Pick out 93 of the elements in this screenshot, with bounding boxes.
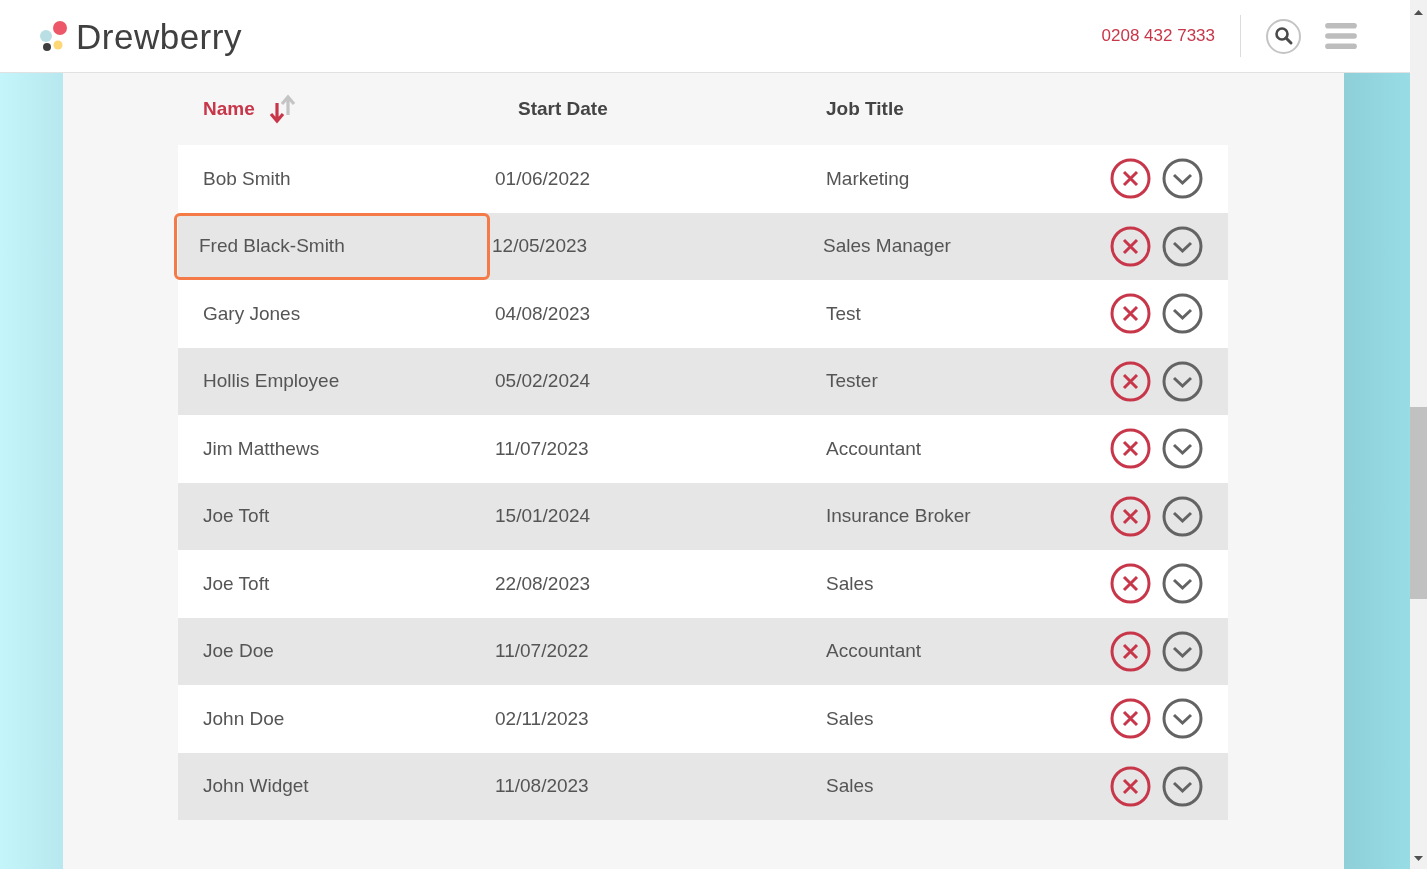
column-header[interactable]: Job Title — [826, 94, 904, 124]
delete-button[interactable] — [1110, 495, 1151, 537]
chevron-down-icon — [1162, 495, 1203, 537]
search-icon — [1273, 26, 1294, 46]
table-cell-text: John Widget — [202, 774, 310, 798]
table-row[interactable]: Joe Doe 11/07/2022 Accountant — [178, 617, 1228, 685]
chevron-down-icon — [1162, 158, 1203, 200]
table-cell-text: Marketing — [825, 166, 911, 191]
table-cell-text: Sales Manager — [822, 234, 952, 258]
table-cell-text: Insurance Broker — [825, 504, 972, 528]
delete-button[interactable] — [1110, 293, 1151, 335]
table-row[interactable]: John Widget 11/08/2023 Sales — [178, 752, 1228, 820]
table-row[interactable]: Joe Toft 15/01/2024 Insurance Broker — [178, 482, 1228, 550]
table-cell: Fred Black-Smith — [174, 212, 490, 280]
close-icon — [1110, 563, 1151, 605]
table-cell-text: Joe Doe — [202, 639, 275, 663]
phone-link[interactable]: 0208 432 7333 — [1101, 23, 1215, 49]
table-cell-text: 01/06/2022 — [494, 166, 592, 191]
table-cell-text: 22/08/2023 — [494, 571, 592, 596]
table-cell-text: 02/11/2023 — [494, 706, 590, 731]
table-cell-text: 11/07/2023 — [494, 436, 590, 461]
table-row[interactable]: Joe Toft 22/08/2023 Sales — [178, 550, 1228, 618]
table-cell-text: Sales — [825, 571, 875, 596]
delete-button[interactable] — [1110, 428, 1151, 470]
chevron-down-icon — [1162, 293, 1203, 335]
column-header[interactable]: Start Date — [518, 94, 608, 124]
chevron-down-icon — [1162, 630, 1203, 672]
dots-logo-icon — [38, 20, 70, 52]
table-row[interactable]: Bob Smith 01/06/2022 Marketing — [178, 145, 1228, 213]
close-icon — [1110, 225, 1151, 267]
table-row[interactable]: Hollis Employee 05/02/2024 Tester — [178, 347, 1228, 415]
close-icon — [1110, 428, 1151, 470]
table-cell-text: Jim Matthews — [202, 436, 321, 461]
expand-button[interactable] — [1162, 428, 1203, 470]
expand-button[interactable] — [1162, 630, 1203, 672]
table-cell-text: Joe Toft — [202, 571, 271, 596]
delete-button[interactable] — [1110, 765, 1151, 807]
logo-text: Drewberry — [76, 18, 242, 54]
sort-arrows-icon[interactable] — [267, 93, 298, 125]
scroll-up-icon[interactable] — [1414, 10, 1423, 15]
table-cell-text: Tester — [825, 369, 879, 393]
chevron-down-icon — [1162, 765, 1203, 807]
expand-button[interactable] — [1162, 360, 1203, 402]
table-cell-text: John Doe — [202, 706, 286, 731]
delete-button[interactable] — [1110, 225, 1151, 267]
table-cell-text: 05/02/2024 — [494, 369, 592, 393]
table-cell-text: Sales — [825, 774, 875, 798]
table-row[interactable]: Jim Matthews 11/07/2023 Accountant — [178, 415, 1228, 483]
column-header[interactable]: Name — [203, 94, 255, 124]
table-row[interactable]: John Doe 02/11/2023 Sales — [178, 685, 1228, 753]
expand-button[interactable] — [1162, 563, 1203, 605]
close-icon — [1110, 293, 1151, 335]
expand-button[interactable] — [1162, 158, 1203, 200]
chevron-down-icon — [1162, 428, 1203, 470]
scrollbar-thumb[interactable] — [1410, 407, 1427, 599]
delete-button[interactable] — [1110, 360, 1151, 402]
table-cell-text: Accountant — [825, 436, 923, 461]
table-cell-text: Gary Jones — [202, 301, 302, 326]
table-cell-text: Test — [825, 301, 862, 326]
delete-button[interactable] — [1110, 158, 1151, 200]
table-cell-text: Bob Smith — [202, 166, 292, 191]
delete-button[interactable] — [1110, 563, 1151, 605]
close-icon — [1110, 630, 1151, 672]
table-cell-text: 11/07/2022 — [494, 639, 590, 663]
chevron-down-icon — [1162, 225, 1203, 267]
expand-button[interactable] — [1162, 225, 1203, 267]
table-cell-text: 12/05/2023 — [491, 234, 589, 258]
close-icon — [1110, 360, 1151, 402]
expand-button[interactable] — [1162, 698, 1203, 740]
table-cell-text: Accountant — [825, 639, 923, 663]
table-cell-text: Hollis Employee — [202, 369, 341, 393]
table-cell-text: Sales — [825, 706, 875, 731]
chevron-down-icon — [1162, 563, 1203, 605]
table-row[interactable]: Gary Jones 04/08/2023 Test — [178, 280, 1228, 348]
scroll-down-icon[interactable] — [1414, 856, 1423, 861]
table-cell-text: 15/01/2024 — [494, 504, 592, 528]
expand-button[interactable] — [1162, 293, 1203, 335]
chevron-down-icon — [1162, 698, 1203, 740]
table-cell-text: 04/08/2023 — [494, 301, 592, 326]
delete-button[interactable] — [1110, 630, 1151, 672]
table-cell-text: Joe Toft — [202, 504, 271, 528]
chevron-down-icon — [1162, 360, 1203, 402]
search-button[interactable] — [1266, 18, 1301, 54]
logo[interactable]: Drewberry — [38, 18, 242, 54]
table-cell-text: 11/08/2023 — [494, 774, 590, 798]
close-icon — [1110, 158, 1151, 200]
close-icon — [1110, 698, 1151, 740]
expand-button[interactable] — [1162, 495, 1203, 537]
menu-icon — [1324, 22, 1358, 50]
close-icon — [1110, 765, 1151, 807]
expand-button[interactable] — [1162, 765, 1203, 807]
close-icon — [1110, 495, 1151, 537]
delete-button[interactable] — [1110, 698, 1151, 740]
